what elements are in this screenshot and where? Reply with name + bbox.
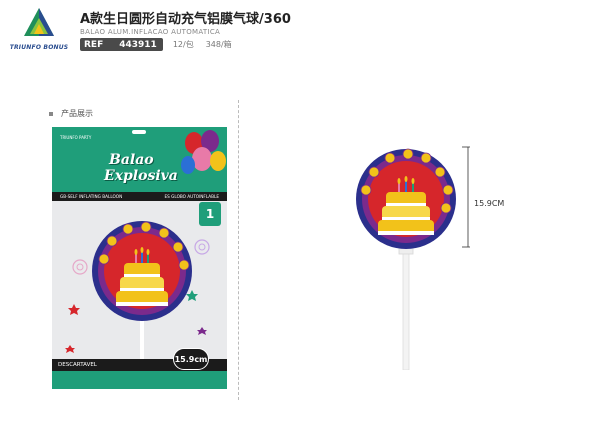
pack-quantity: 12/包: [172, 40, 194, 49]
carton-quantity: 348/箱: [205, 40, 232, 49]
card-title-line1: Balao: [109, 152, 154, 168]
product-subtitle: BALAO ALUM.INFLACAO AUTOMATICA: [80, 28, 221, 36]
card-brand: TRIUNFO PARTY: [60, 135, 92, 140]
card-balloon-image: [92, 221, 192, 359]
card-info-strip: GB-SELF INFLATING BALLOON ES GLOBO AUTOI…: [52, 192, 227, 201]
ref-label: REF: [84, 39, 104, 50]
ref-code: 443911: [119, 39, 157, 50]
brand-logo: TRIUNFO BONUS: [8, 6, 70, 56]
card-title-line2: Explosiva: [104, 168, 178, 184]
ref-badge: REF 443911: [80, 38, 163, 51]
bullet-icon: [49, 111, 53, 116]
brand-name: TRIUNFO BONUS: [9, 44, 69, 51]
hang-hole: [132, 130, 146, 134]
section-heading: 产品展示: [49, 108, 93, 119]
ref-row: REF 443911 12/包 348/箱: [80, 38, 232, 51]
strip-right-text: ES GLOBO AUTOINFLABLE: [164, 194, 220, 199]
product-balloon-image: [356, 148, 456, 370]
balloons-cluster-icon: [181, 130, 226, 174]
height-dimension-bracket: [462, 146, 470, 248]
dashed-divider: [238, 100, 239, 400]
packaging-card: TRIUNFO PARTY Balao Explosiva GB-SELF IN…: [52, 127, 227, 389]
section-label: 产品展示: [61, 109, 93, 118]
height-dimension-label: 15.9CM: [474, 199, 505, 208]
product-title: A款生日圆形自动充气铝膜气球/360: [80, 12, 291, 27]
size-badge: 15.9cm: [173, 348, 209, 370]
strip-left-text: GB-SELF INFLATING BALLOON: [60, 194, 123, 199]
triangle-logo-icon: [24, 8, 54, 36]
